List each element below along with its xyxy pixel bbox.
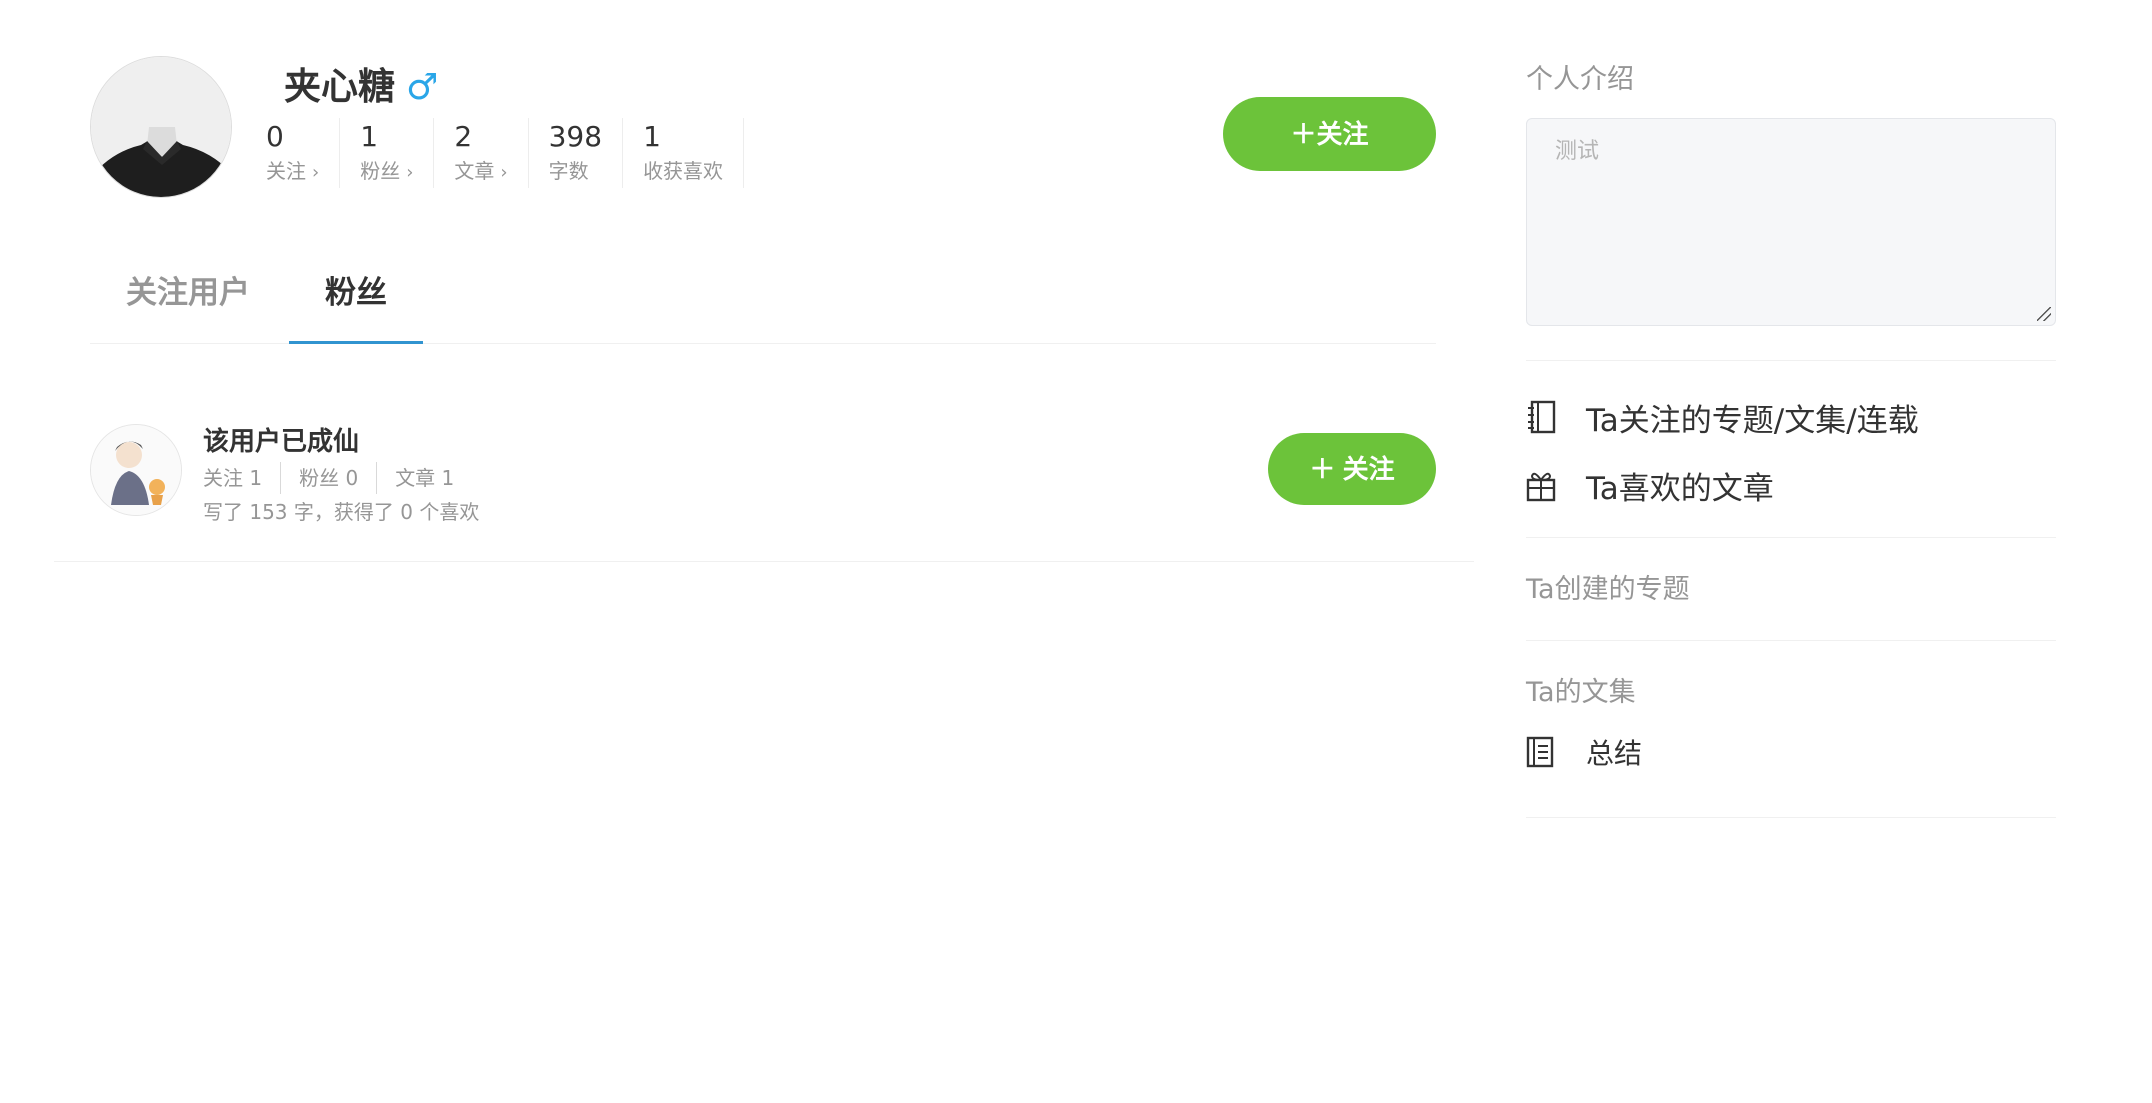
collection-label: 总结 (1586, 737, 1643, 770)
user-following-count: 关注 1 (203, 466, 263, 490)
tab-bar: 关注用户 粉丝 (90, 262, 1436, 344)
profile-name: 夹心糖 (284, 65, 395, 108)
user-summary: 写了 153 字，获得了 0 个喜欢 (203, 500, 480, 524)
stat-label: 关注 › (266, 159, 320, 183)
intro-textarea[interactable]: 测试 (1526, 118, 2056, 326)
sidebar-links: Ta关注的专题/文集/连载 Ta喜欢的文章 (1526, 361, 2056, 537)
tab-fans[interactable]: 粉丝 (289, 262, 423, 344)
collections-section: Ta的文集 总结 (1526, 641, 2056, 817)
intro-text: 测试 (1555, 139, 1600, 164)
gift-icon (1526, 472, 1556, 502)
created-topics-section: Ta创建的专题 (1526, 538, 2056, 640)
divider (1526, 817, 2056, 818)
user-meta: 关注 1 粉丝 0 文章 1 (203, 462, 472, 494)
notebook-icon (1528, 400, 1556, 434)
male-icon: ♂ (406, 67, 439, 108)
avatar-image (91, 425, 181, 515)
sidebar: 个人介绍 测试 Ta关注的专题/文集/连载 Ta喜欢的文章 Ta创建的专题 Ta… (1526, 56, 2056, 818)
profile-avatar[interactable] (90, 56, 232, 198)
avatar-image (91, 57, 231, 197)
stat-value: 1 (643, 120, 661, 153)
sidebar-link-label: Ta关注的专题/文集/连载 (1586, 402, 1919, 439)
stat-value: 0 (266, 120, 284, 153)
created-topics-title: Ta创建的专题 (1526, 574, 1690, 605)
profile-stats: 0 关注 › 1 粉丝 › 2 文章 › 398 字数 1 收获喜欢 (266, 118, 764, 188)
stat-label: 粉丝 › (360, 159, 414, 183)
collections-title: Ta的文集 (1526, 677, 1636, 708)
stat-value: 2 (454, 120, 473, 153)
stat-following[interactable]: 0 关注 › (266, 118, 341, 188)
follow-user-button[interactable]: ＋ 关注 (1268, 433, 1436, 505)
user-articles-count: 文章 1 (376, 462, 472, 494)
follow-button[interactable]: ＋关注 (1223, 97, 1436, 171)
user-name[interactable]: 该用户已成仙 (203, 422, 359, 462)
list-item: 该用户已成仙 关注 1 粉丝 0 文章 1 写了 153 字，获得了 0 个喜欢… (54, 390, 1474, 562)
profile-page: 夹心糖 ♂ 0 关注 › 1 粉丝 › 2 文章 › 398 字数 1 收获喜欢 ＋关… (0, 0, 2152, 1103)
sidebar-link-subscriptions[interactable]: Ta关注的专题/文集/连载 (1526, 383, 2056, 451)
user-avatar[interactable] (90, 424, 182, 516)
tab-following[interactable]: 关注用户 (126, 262, 250, 344)
book-icon (1526, 736, 1554, 768)
intro-title: 个人介绍 (1526, 64, 1634, 95)
collection-item[interactable]: 总结 (1526, 723, 2056, 781)
sidebar-link-liked-articles[interactable]: Ta喜欢的文章 (1526, 451, 2056, 519)
stat-value: 1 (360, 120, 379, 153)
stat-likes: 1 收获喜欢 (643, 118, 745, 188)
stat-label: 收获喜欢 (643, 159, 724, 183)
resize-handle-icon[interactable] (2037, 307, 2051, 321)
stat-label: 字数 (548, 159, 589, 183)
chevron-right-icon: › (500, 162, 508, 183)
stat-value: 398 (548, 120, 603, 153)
stat-fans[interactable]: 1 粉丝 › (360, 118, 435, 188)
stat-articles[interactable]: 2 文章 › (454, 118, 529, 188)
sidebar-link-label: Ta喜欢的文章 (1586, 470, 1774, 507)
stat-label: 文章 › (454, 159, 508, 183)
user-fans-count: 粉丝 0 (280, 462, 376, 494)
chevron-right-icon: › (312, 162, 320, 183)
chevron-right-icon: › (406, 162, 414, 183)
stat-word-count: 398 字数 (548, 118, 624, 188)
